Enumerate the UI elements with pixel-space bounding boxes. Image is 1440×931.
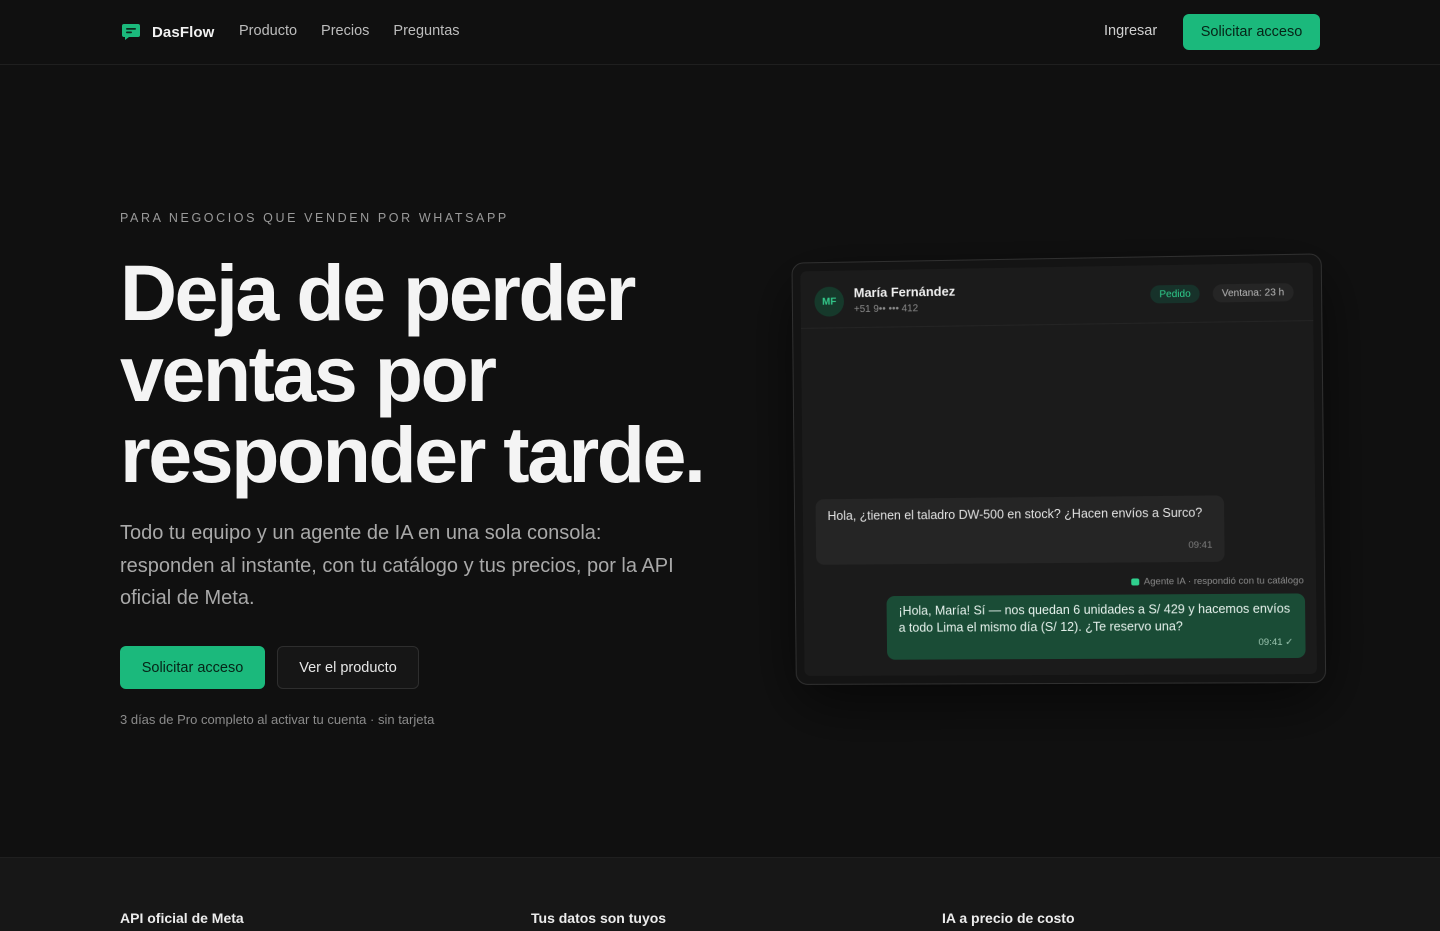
chat-console-mockup: MF María Fernández +51 9•• ••• 412 Pedid…	[791, 253, 1327, 685]
request-access-nav-button[interactable]: Solicitar acceso	[1183, 14, 1320, 50]
status-badge-ventana: Ventana: 23 h	[1212, 283, 1294, 303]
headline-line-1: Deja de perder	[120, 248, 636, 337]
ai-agent-label-text: Agente IA · respondió con tu catálogo	[1143, 575, 1304, 588]
outgoing-message-text: ¡Hola, María! Sí — nos quedan 6 unidades…	[898, 601, 1291, 635]
nav-link-producto[interactable]: Producto	[239, 23, 297, 39]
feature-meta-api: API oficial de Meta	[120, 910, 244, 926]
incoming-message-text: Hola, ¿tienen el taladro DW-500 en stock…	[827, 505, 1203, 524]
feature-ai-cost: IA a precio de costo	[942, 910, 1075, 926]
outgoing-message-time: 09:41 ✓	[1258, 636, 1294, 649]
nav-links: Producto Precios Preguntas	[239, 23, 460, 39]
view-product-button[interactable]: Ver el producto	[277, 646, 419, 689]
nav-link-precios[interactable]: Precios	[321, 23, 369, 39]
chat-bubble-icon	[1130, 578, 1139, 586]
chat-header: MF María Fernández +51 9•• ••• 412 Pedid…	[800, 262, 1314, 329]
request-access-button[interactable]: Solicitar acceso	[120, 646, 265, 689]
contact-phone: +51 9•• ••• 412	[853, 303, 919, 316]
incoming-message: Hola, ¿tienen el taladro DW-500 en stock…	[815, 495, 1225, 565]
hero-subtext: Todo tu equipo y un agente de IA en una …	[120, 522, 674, 609]
chat-screen: MF María Fernández +51 9•• ••• 412 Pedid…	[800, 262, 1317, 676]
avatar: MF	[814, 286, 845, 317]
brand[interactable]: DasFlow	[121, 22, 214, 42]
brand-name: DasFlow	[152, 23, 215, 41]
login-link[interactable]: Ingresar	[1104, 23, 1157, 39]
feature-data-ownership: Tus datos son tuyos	[531, 910, 667, 926]
trial-note: 3 días de Pro completo al activar tu cue…	[120, 712, 435, 727]
headline-line-2: ventas por	[120, 329, 497, 418]
features-strip: API oficial de Meta Tus datos son tuyos …	[0, 857, 1440, 931]
ai-agent-label: Agente IA · respondió con tu catálogo	[1130, 575, 1304, 588]
incoming-message-time: 09:41	[1188, 539, 1213, 551]
nav-link-preguntas[interactable]: Preguntas	[393, 23, 459, 39]
outgoing-message: ¡Hola, María! Sí — nos quedan 6 unidades…	[886, 593, 1306, 660]
hero-eyebrow: PARA NEGOCIOS QUE VENDEN POR WHATSAPP	[120, 211, 509, 225]
contact-name: María Fernández	[853, 283, 956, 301]
chat-bubble-logo-icon	[122, 24, 140, 40]
hero-headline: Deja de perder ventas por responder tard…	[120, 252, 760, 495]
top-navbar: DasFlow Producto Precios Preguntas Ingre…	[0, 0, 1440, 65]
headline-line-3: responder tarde.	[120, 410, 706, 499]
status-badge-pedido: Pedido	[1150, 284, 1200, 304]
